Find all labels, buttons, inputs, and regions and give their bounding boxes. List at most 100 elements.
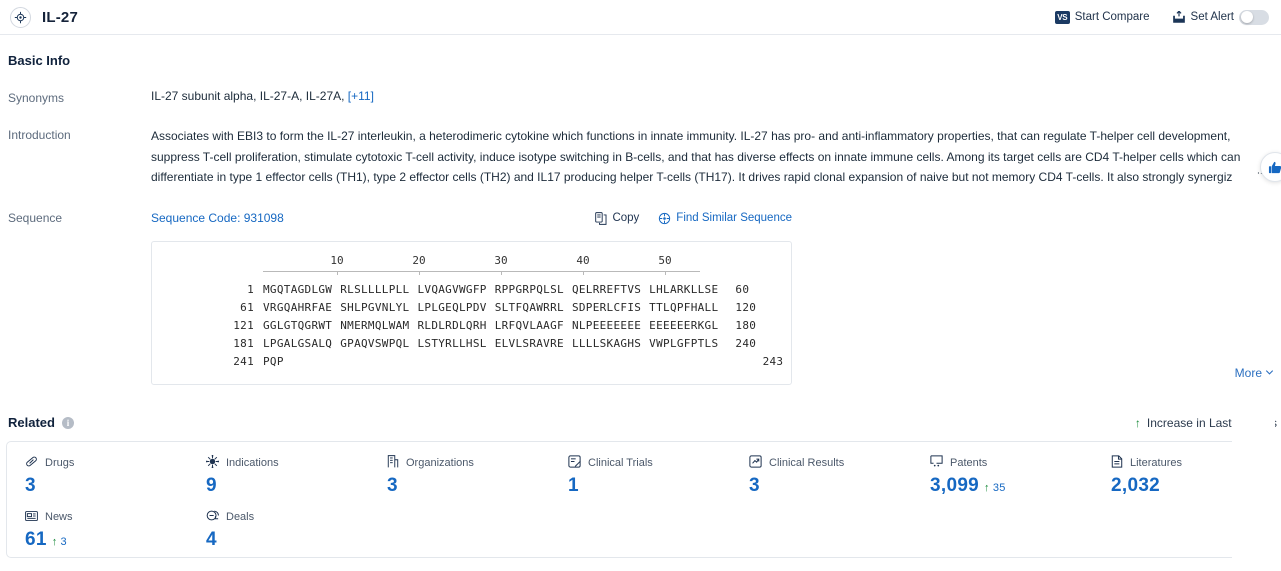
start-compare-button[interactable]: VS Start Compare <box>1054 10 1150 24</box>
copy-button[interactable]: Copy <box>595 211 640 225</box>
introduction-more-button[interactable]: More <box>1231 174 1275 571</box>
synonyms-value: IL-27 subunit alpha, IL-27-A, IL-27A, [+… <box>151 89 1281 105</box>
introduction-text: Associates with EBI3 to form the IL-27 i… <box>151 129 1270 184</box>
sequence-line: 181 LPGALGSALQ GPAQVSWPQL LSTYRLLHSL ELVLSRA… <box>152 334 791 352</box>
sequence-chunk: SHLPGVNLYL <box>340 300 410 314</box>
patent-icon <box>930 455 943 471</box>
introduction-value: Associates with EBI3 to form the IL-27 i… <box>151 126 1281 571</box>
stat-value-number: 61 <box>25 529 47 550</box>
introduction-label: Introduction <box>8 128 71 142</box>
stat-card-deals[interactable]: Deals 4 <box>188 510 369 551</box>
stat-delta: ↑ 35 <box>984 482 1006 494</box>
stat-label-text: Clinical Results <box>769 457 845 469</box>
sequence-line-end: 243 <box>762 354 784 368</box>
sequence-chunk: NMERMQLWAM <box>340 318 410 332</box>
synonyms-text: IL-27 subunit alpha, IL-27-A, IL-27A, <box>151 89 345 103</box>
find-similar-icon <box>658 212 671 225</box>
thumb-up-icon <box>1268 161 1281 173</box>
sequence-chunk: MGQTAGDLGW <box>263 282 333 296</box>
alert-bell-icon <box>1172 10 1186 24</box>
copy-label: Copy <box>612 212 640 224</box>
sequence-lines: 1 MGQTAGDLGW RLSLLLLPLL LVQAGVWGFP RPPGRPQLS… <box>152 280 791 370</box>
sequence-line-start: 241 <box>233 354 254 368</box>
sequence-chunk: LPLGEQLPDV <box>417 300 487 314</box>
sequence-line-start: 121 <box>233 318 254 332</box>
clinical-result-icon <box>749 455 762 471</box>
stat-label: Organizations <box>387 455 550 471</box>
info-icon[interactable]: i <box>61 416 74 429</box>
sequence-chunk: SDPERLCFIS <box>571 300 642 314</box>
sequence-chunk: TTLQPFHALL <box>649 300 719 314</box>
sequence-header: Sequence Code: 931098 Copy Find Similar … <box>151 209 792 227</box>
stat-value-number: 3 <box>25 475 36 496</box>
sequence-chunk: EEEEEERKGL <box>649 318 719 332</box>
virus-icon <box>205 454 220 471</box>
sequence-chunk: GGLGTQGRWT <box>263 318 333 332</box>
stat-card-news[interactable]: News 61 ↑ 3 <box>7 510 188 551</box>
ruler-tick <box>337 271 338 275</box>
sequence-line-start: 1 <box>247 282 254 296</box>
literature-icon <box>1111 455 1123 471</box>
stat-delta-number: 35 <box>992 482 1006 494</box>
synonyms-row: Synonyms IL-27 subunit alpha, IL-27-A, I… <box>0 89 1281 105</box>
stat-label-text: Patents <box>950 457 988 469</box>
sequence-line-end: 120 <box>735 300 757 314</box>
stat-label-text: Drugs <box>45 457 75 469</box>
sequence-chunk: GPAQVSWPQL <box>340 336 410 350</box>
ruler-number: 10 <box>330 254 344 267</box>
start-compare-label: Start Compare <box>1074 11 1150 23</box>
sequence-chunk: LVQAGVWGFP <box>417 282 487 296</box>
find-similar-sequence-button[interactable]: Find Similar Sequence <box>658 212 792 225</box>
synonyms-more-link[interactable]: [+11] <box>348 89 374 103</box>
stat-card-clinical-trials[interactable]: Clinical Trials 1 <box>550 455 731 497</box>
sequence-chunk: RLDLRDLQRH <box>417 318 487 332</box>
stat-value-number: 4 <box>206 529 217 550</box>
sequence-residues: MGQTAGDLGW RLSLLLLPLL LVQAGVWGFP RPPGRPQLSL… <box>263 283 718 296</box>
sequence-chunk: PQP <box>263 354 284 368</box>
stat-card-clinical-results[interactable]: Clinical Results 3 <box>731 455 912 497</box>
stat-card-drugs[interactable]: Drugs 3 <box>7 456 188 497</box>
sequence-line-end: 180 <box>735 318 757 332</box>
stat-value: 61 ↑ 3 <box>25 529 188 551</box>
sequence-residues: LPGALGSALQ GPAQVSWPQL LSTYRLLHSL ELVLSRAVRE… <box>263 337 718 350</box>
sequence-code-link[interactable]: Sequence Code: 931098 <box>151 211 284 225</box>
sequence-chunk: QELRREFTVS <box>571 282 642 296</box>
stat-card-patents[interactable]: Patents 3,099 ↑ 35 <box>912 455 1093 497</box>
brand: IL-27 <box>10 6 78 28</box>
sequence-chunk: LHLARKLLSE <box>649 282 719 296</box>
ruler-tick <box>665 271 666 275</box>
stat-value-number: 3,099 <box>930 475 980 496</box>
sequence-chunk: SLTFQAWRRL <box>494 300 564 314</box>
ruler-tick <box>583 271 584 275</box>
stat-value: 3 <box>25 475 188 497</box>
sequence-chunk: VWPLGFPTLS <box>649 336 719 350</box>
stat-label: Indications <box>205 454 369 471</box>
basic-info-heading: Basic Info <box>8 53 71 68</box>
sequence-residues: VRGQAHRFAE SHLPGVNLYL LPLGEQLPDV SLTFQAWRRL… <box>263 301 718 314</box>
arrow-up-icon: ↑ <box>984 482 990 494</box>
stat-card-organizations[interactable]: Organizations 3 <box>369 455 550 497</box>
find-similar-label: Find Similar Sequence <box>676 212 792 224</box>
more-label: More <box>1234 365 1262 380</box>
stat-delta: ↑ 3 <box>52 536 67 548</box>
sequence-residues: GGLGTQGRWT NMERMQLWAM RLDLRDLQRH LRFQVLAAGF… <box>263 319 718 332</box>
stat-label-text: Literatures <box>1130 457 1182 469</box>
stat-card-indications[interactable]: Indications 9 <box>188 454 369 497</box>
related-stats-grid: Drugs 3 Indications 9 Organizations 3 Clinical… <box>7 454 1274 551</box>
stat-label: Clinical Results <box>749 455 912 471</box>
chevron-down-icon <box>1264 367 1275 378</box>
sequence-chunk: ELVLSRAVRE <box>494 336 564 350</box>
building-icon <box>387 455 399 471</box>
stat-label-text: Organizations <box>406 457 474 469</box>
related-header: Related i ↑ Increase in Last 30 days <box>0 415 1281 430</box>
top-bar: IL-27 VS Start Compare Set Alert <box>0 0 1281 35</box>
sequence-line-start: 61 <box>240 300 254 314</box>
sequence-line-start: 181 <box>233 336 254 350</box>
arrow-up-icon: ↑ <box>1134 415 1141 430</box>
related-heading: Related <box>8 415 55 430</box>
ruler-number: 50 <box>658 254 672 267</box>
set-alert-toggle[interactable] <box>1239 9 1269 25</box>
sequence-residues: PQP <box>263 355 284 368</box>
stat-value-number: 3 <box>387 475 398 496</box>
set-alert-control[interactable]: Set Alert <box>1172 9 1269 25</box>
